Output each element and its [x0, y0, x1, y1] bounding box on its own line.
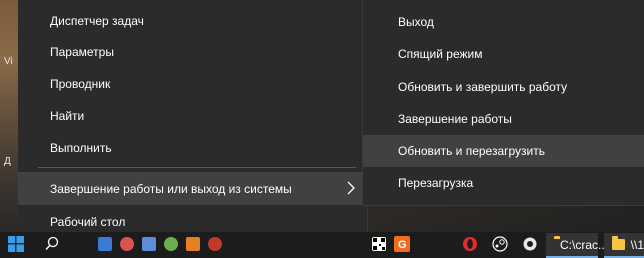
opera-icon[interactable] [462, 236, 478, 252]
menu-item-shutdown-signout[interactable]: Завершение работы или выход из системы [18, 172, 368, 205]
menu-item-label: Диспетчер задач [50, 13, 144, 28]
menu-item-search[interactable]: Найти [18, 99, 368, 132]
winx-menu: Диспетчер задач Параметры Проводник Найт… [18, 0, 368, 244]
submenu-item-label: Перезагрузка [398, 176, 474, 190]
menu-item-label: Завершение работы или выход из системы [50, 181, 292, 196]
menu-item-label: Параметры [50, 44, 114, 59]
desktop-background: Vi Д [0, 0, 20, 232]
steam-icon[interactable] [492, 236, 508, 252]
submenu-item-label: Обновить и завершить работу [398, 80, 568, 94]
shutdown-submenu: Выход Спящий режим Обновить и завершить … [362, 0, 644, 206]
search-icon[interactable] [44, 236, 60, 252]
app-icon[interactable] [98, 237, 112, 251]
chevron-right-icon [347, 181, 355, 195]
orange-app-icon[interactable]: G [394, 236, 410, 252]
svg-text:G: G [398, 239, 407, 251]
app-icon[interactable] [142, 237, 156, 251]
qr-app-icon[interactable] [372, 237, 386, 251]
menu-item-label: Выполнить [50, 140, 112, 155]
menu-item-task-manager[interactable]: Диспетчер задач [18, 4, 368, 37]
folder-icon [612, 236, 625, 250]
submenu-item-shutdown[interactable]: Завершение работы [363, 103, 644, 135]
menu-item-label: Проводник [50, 76, 111, 91]
app-icon[interactable] [208, 237, 222, 251]
menu-item-explorer[interactable]: Проводник [18, 67, 368, 100]
submenu-item-sleep[interactable]: Спящий режим [363, 38, 644, 70]
taskbar-window-explorer[interactable]: \\1 [604, 233, 644, 258]
app-icon[interactable] [186, 237, 200, 251]
gear-app-icon[interactable] [522, 236, 538, 252]
taskbar-window-label: \\1 [630, 237, 644, 252]
menu-item-label: Рабочий стол [50, 214, 126, 229]
submenu-item-label: Выход [398, 15, 434, 29]
windows-logo-icon[interactable] [8, 236, 24, 252]
menu-item-label: Найти [50, 108, 85, 123]
desktop-icon-label[interactable]: Vi [4, 56, 13, 67]
submenu-item-sign-out[interactable]: Выход [363, 6, 644, 38]
submenu-item-restart[interactable]: Перезагрузка [363, 167, 644, 199]
taskbar-window-label: C:\crac... [560, 237, 609, 252]
taskbar-window-explorer[interactable]: C:\crac... [546, 233, 608, 258]
submenu-item-update-restart[interactable]: Обновить и перезагрузить [363, 135, 644, 167]
app-icon[interactable] [164, 237, 178, 251]
menu-separator [38, 167, 356, 168]
submenu-item-label: Завершение работы [398, 112, 512, 126]
submenu-item-label: Обновить и перезагрузить [398, 144, 546, 158]
app-icon[interactable] [120, 237, 134, 251]
menu-item-run[interactable]: Выполнить [18, 131, 368, 164]
submenu-item-label: Спящий режим [398, 47, 483, 61]
submenu-item-update-shutdown[interactable]: Обновить и завершить работу [363, 71, 644, 103]
desktop-icon-label[interactable]: Д [4, 156, 11, 167]
menu-item-settings[interactable]: Параметры [18, 35, 368, 68]
